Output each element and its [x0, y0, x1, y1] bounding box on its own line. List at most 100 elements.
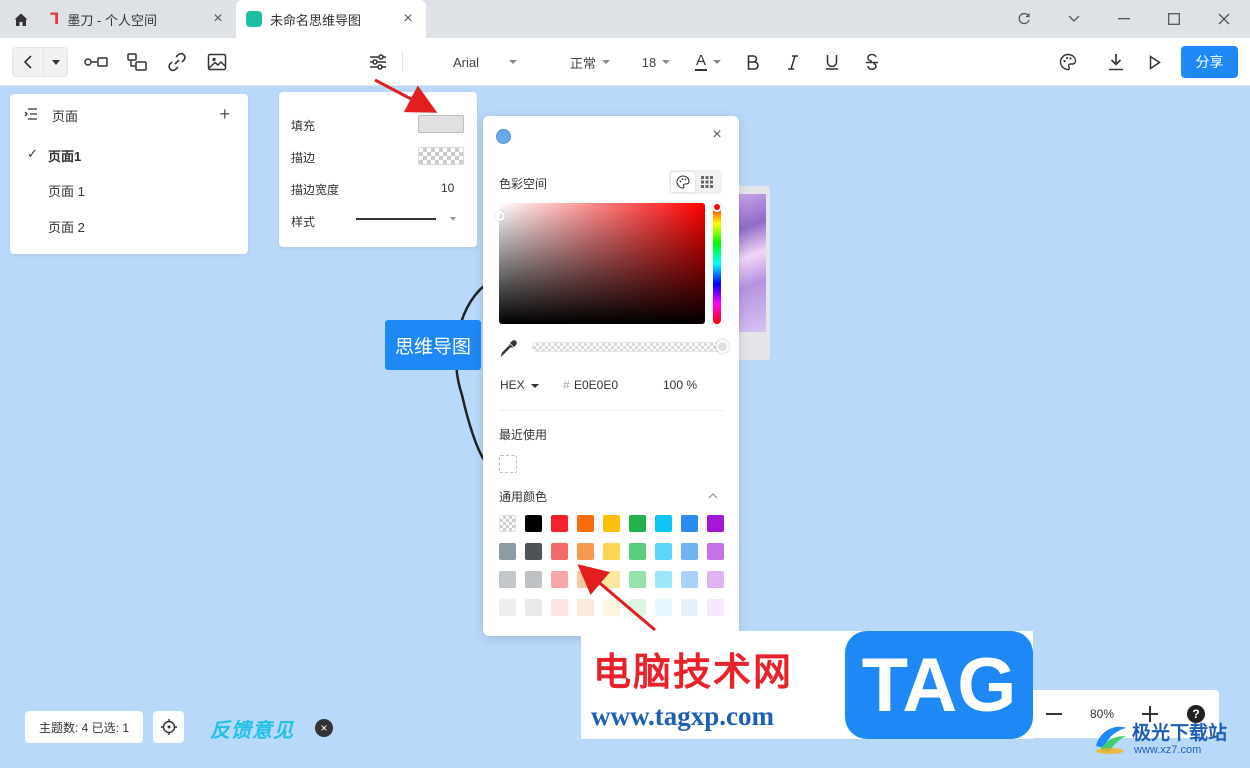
pages-panel-header: 页面 + [24, 104, 234, 125]
page-item[interactable]: 页面 2 [48, 217, 85, 236]
color-swatch[interactable] [603, 515, 620, 532]
color-swatch[interactable] [551, 515, 568, 532]
eyedropper-icon[interactable] [499, 338, 519, 358]
close-window-icon[interactable] [1213, 9, 1235, 29]
fill-color-swatch[interactable] [418, 115, 464, 133]
close-icon[interactable]: × [210, 11, 226, 27]
color-swatch[interactable] [681, 543, 698, 560]
subtopic-icon[interactable] [125, 50, 149, 74]
line-style-select[interactable] [356, 218, 436, 220]
italic-icon[interactable] [782, 50, 804, 74]
saturation-value-area[interactable] [499, 203, 705, 324]
color-swatch[interactable] [499, 571, 516, 588]
feedback-link[interactable]: 反馈意见 [210, 714, 294, 743]
play-icon[interactable] [1144, 50, 1166, 74]
color-swatch[interactable] [707, 515, 724, 532]
color-swatch[interactable] [655, 599, 672, 616]
common-colors-label: 通用颜色 [499, 490, 548, 504]
hue-slider[interactable] [713, 203, 721, 324]
palette-mode-icon[interactable] [671, 172, 695, 192]
home-icon[interactable] [10, 9, 32, 31]
download-icon[interactable] [1104, 50, 1128, 74]
color-swatch[interactable] [655, 543, 672, 560]
color-format-select[interactable]: HEX [500, 378, 539, 392]
color-swatch[interactable] [629, 599, 646, 616]
color-swatch[interactable] [603, 571, 620, 588]
grid-mode-icon[interactable] [695, 172, 719, 192]
theme-palette-icon[interactable] [1056, 50, 1080, 74]
color-swatch[interactable] [603, 543, 620, 560]
stroke-color-swatch[interactable] [418, 147, 464, 165]
color-swatch[interactable] [525, 599, 542, 616]
color-swatch[interactable] [499, 599, 516, 616]
color-swatch[interactable] [629, 543, 646, 560]
color-swatch[interactable] [707, 599, 724, 616]
chevron-up-icon[interactable] [707, 489, 719, 501]
color-swatch[interactable] [577, 599, 594, 616]
alpha-slider[interactable] [532, 342, 722, 352]
bold-icon[interactable] [742, 50, 764, 74]
page-item[interactable]: 页面1 [48, 146, 81, 165]
alpha-input[interactable]: 100 % [663, 378, 697, 392]
maximize-icon[interactable] [1163, 9, 1185, 29]
color-swatch[interactable] [525, 515, 542, 532]
image-icon[interactable] [205, 50, 229, 74]
color-swatch[interactable] [629, 515, 646, 532]
color-swatch[interactable] [681, 515, 698, 532]
close-feedback-icon[interactable]: × [315, 719, 333, 737]
caret-down-icon[interactable] [450, 217, 456, 221]
color-swatch[interactable] [707, 543, 724, 560]
color-swatch[interactable] [551, 599, 568, 616]
color-swatch[interactable] [525, 571, 542, 588]
tab-personal-space[interactable]: ᒣ 墨刀 - 个人空间 × [40, 0, 236, 38]
alpha-handle[interactable] [716, 340, 729, 353]
watermark-site-name: 极光下载站 [1132, 723, 1228, 744]
color-swatch[interactable] [525, 543, 542, 560]
close-icon[interactable]: × [400, 11, 416, 27]
page-item[interactable]: 页面 1 [48, 181, 85, 200]
caret-down-icon[interactable] [43, 48, 67, 76]
central-topic-node[interactable]: 思维导图 [385, 320, 481, 370]
minimize-icon[interactable] [1113, 9, 1135, 29]
font-family-value: Arial [452, 54, 479, 70]
color-swatch[interactable] [499, 543, 516, 560]
style-settings-icon[interactable] [366, 50, 390, 74]
color-swatch[interactable] [551, 571, 568, 588]
color-swatch[interactable] [577, 543, 594, 560]
color-swatch[interactable] [681, 599, 698, 616]
chevron-down-icon[interactable] [1063, 9, 1085, 29]
hex-input[interactable]: E0E0E0 [574, 378, 618, 392]
color-swatch[interactable] [577, 571, 594, 588]
back-icon[interactable] [13, 48, 43, 76]
strikethrough-icon[interactable] [861, 50, 883, 74]
font-family-select[interactable]: Arial [440, 50, 530, 74]
connector-icon[interactable] [83, 50, 109, 74]
underline-icon[interactable] [821, 50, 843, 74]
refresh-icon[interactable] [1013, 9, 1035, 29]
color-swatch[interactable] [707, 571, 724, 588]
locate-center-icon[interactable] [153, 711, 184, 743]
color-swatch[interactable] [655, 515, 672, 532]
add-page-icon[interactable]: + [219, 104, 230, 125]
color-swatch[interactable] [629, 571, 646, 588]
transparent-color-swatch[interactable] [499, 515, 516, 532]
hue-handle[interactable] [712, 202, 722, 212]
collapse-list-icon[interactable] [24, 107, 38, 123]
color-swatch[interactable] [603, 599, 620, 616]
link-icon[interactable] [165, 50, 189, 74]
tab-title: 未命名思维导图 [270, 12, 362, 28]
color-swatch[interactable] [551, 543, 568, 560]
zoom-out-icon[interactable] [1042, 702, 1066, 726]
color-swatch[interactable] [577, 515, 594, 532]
close-icon[interactable]: × [709, 127, 725, 143]
share-button[interactable]: 分享 [1181, 46, 1238, 78]
saturation-handle[interactable] [495, 211, 505, 221]
font-weight-select[interactable]: 正常 [560, 50, 620, 74]
font-size-select[interactable]: 18 [636, 50, 676, 74]
stroke-width-input[interactable]: 10 [441, 181, 454, 195]
tab-mindmap[interactable]: 未命名思维导图 × [236, 0, 426, 38]
text-color-button[interactable]: A [692, 50, 724, 74]
color-swatch[interactable] [655, 571, 672, 588]
caret-down-icon [509, 60, 517, 64]
color-swatch[interactable] [681, 571, 698, 588]
